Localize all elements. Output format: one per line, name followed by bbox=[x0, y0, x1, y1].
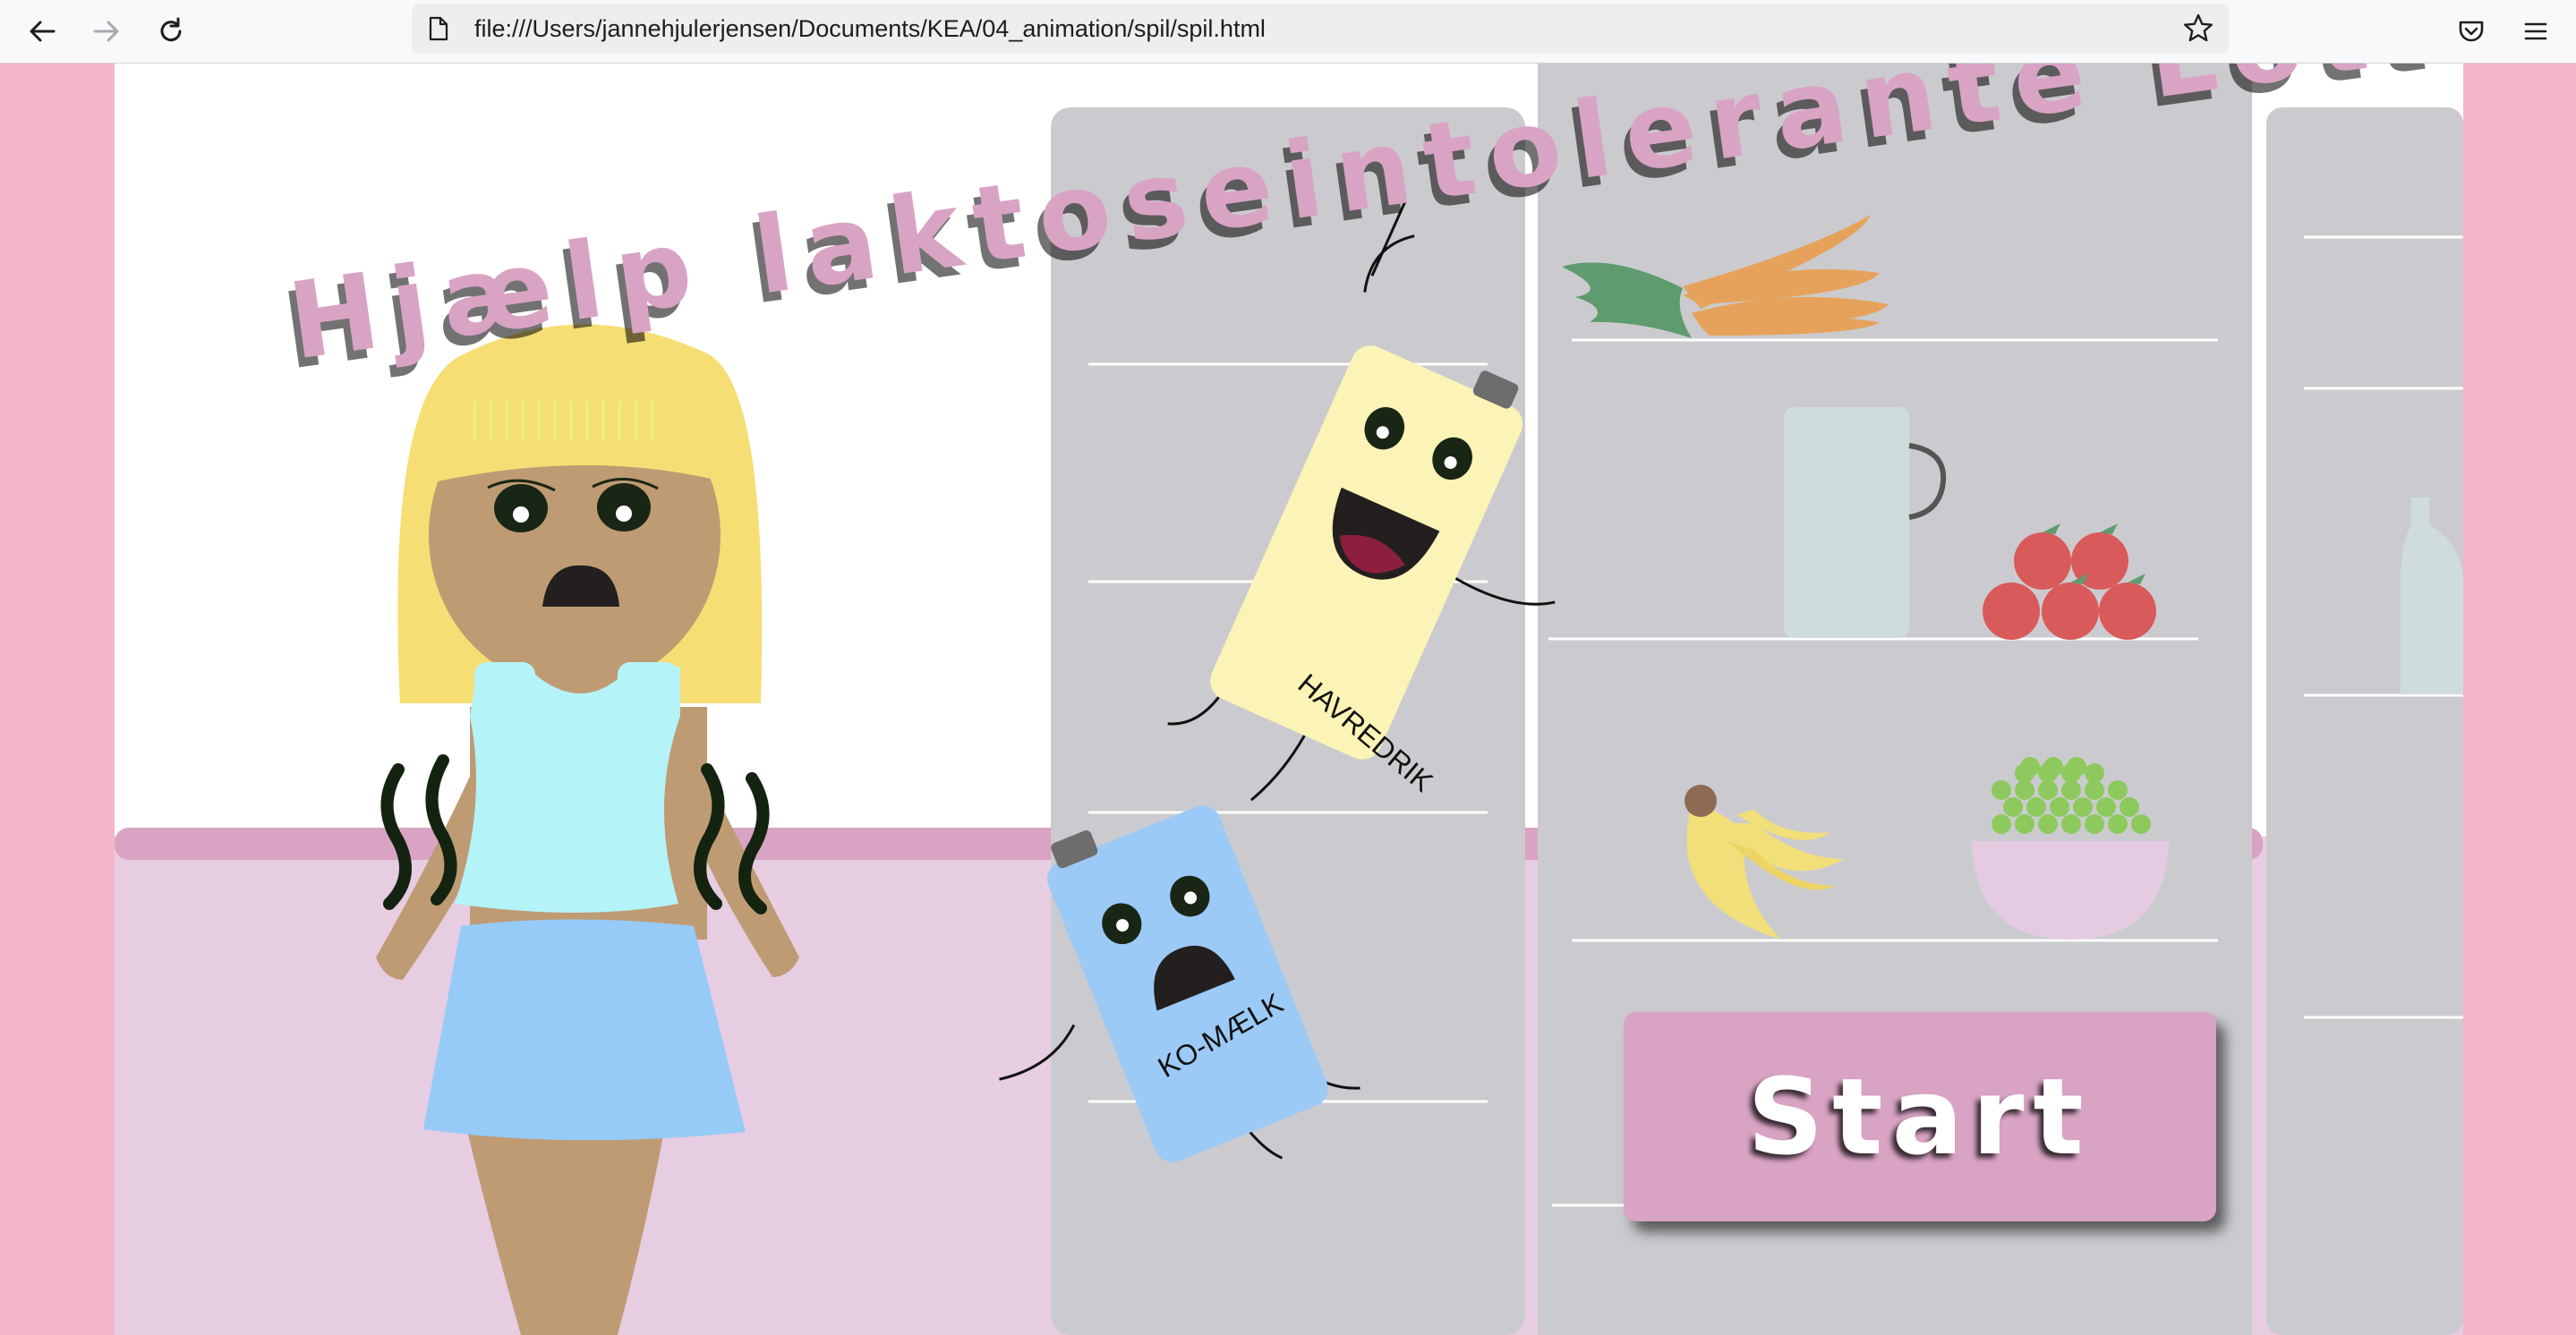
url-bar[interactable]: file:///Users/jannehjulerjensen/Document… bbox=[412, 4, 2229, 54]
bookmark-star-icon[interactable] bbox=[2182, 13, 2214, 48]
url-text: file:///Users/jannehjulerjensen/Document… bbox=[474, 15, 1266, 42]
pocket-icon[interactable] bbox=[2449, 9, 2494, 54]
menu-icon[interactable] bbox=[2513, 9, 2558, 54]
forward-arrow-icon[interactable] bbox=[84, 9, 129, 54]
back-arrow-icon[interactable] bbox=[20, 9, 64, 54]
start-button[interactable]: Start bbox=[1624, 1012, 2216, 1221]
fridge-door-right bbox=[2266, 107, 2463, 1335]
page-viewport: HAVREDRIK KO-MÆLK Hjælp laktoseintoleran… bbox=[0, 64, 2576, 1335]
page-icon bbox=[428, 16, 449, 45]
browser-toolbar: file:///Users/jannehjulerjensen/Document… bbox=[0, 0, 2576, 64]
start-button-label: Start bbox=[1747, 1055, 2093, 1178]
reload-icon[interactable] bbox=[149, 9, 193, 54]
